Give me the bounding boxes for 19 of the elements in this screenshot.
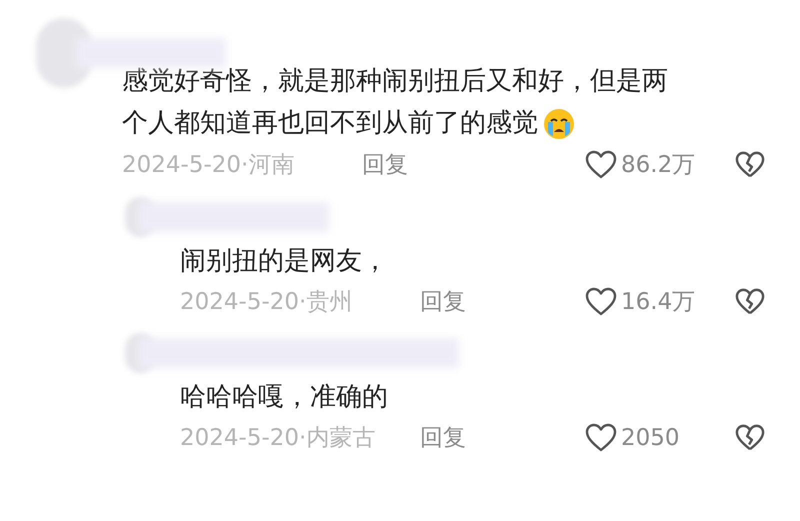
reply-text: 闹别扭的是网友， (180, 244, 389, 278)
like-count: 2050 (621, 424, 680, 453)
reply-text: 哈哈哈嘎，准确的 (180, 381, 389, 414)
heart-icon[interactable] (585, 150, 617, 180)
broken-heart-icon[interactable] (735, 288, 765, 316)
crying-face-icon (542, 106, 576, 141)
reply-link[interactable]: 回复 (362, 148, 408, 182)
reply-link[interactable]: 回复 (420, 421, 466, 456)
comment-text: 感觉好奇怪，就是那种闹别扭后又和好，但是两个人都知道再也回不到从前了的感觉 (122, 60, 692, 144)
reply-link[interactable]: 回复 (420, 284, 466, 319)
heart-icon[interactable] (585, 423, 617, 454)
like-count: 86.2万 (621, 151, 696, 180)
date-location: 2024-5-20·内蒙古 (180, 424, 376, 453)
date-location: 2024-5-20·贵州 (180, 288, 354, 316)
like-count: 16.4万 (621, 288, 696, 316)
heart-icon[interactable] (585, 286, 617, 317)
date-location: 2024-5-20·河南 (122, 151, 296, 180)
broken-heart-icon[interactable] (735, 424, 765, 452)
broken-heart-icon[interactable] (735, 151, 765, 180)
